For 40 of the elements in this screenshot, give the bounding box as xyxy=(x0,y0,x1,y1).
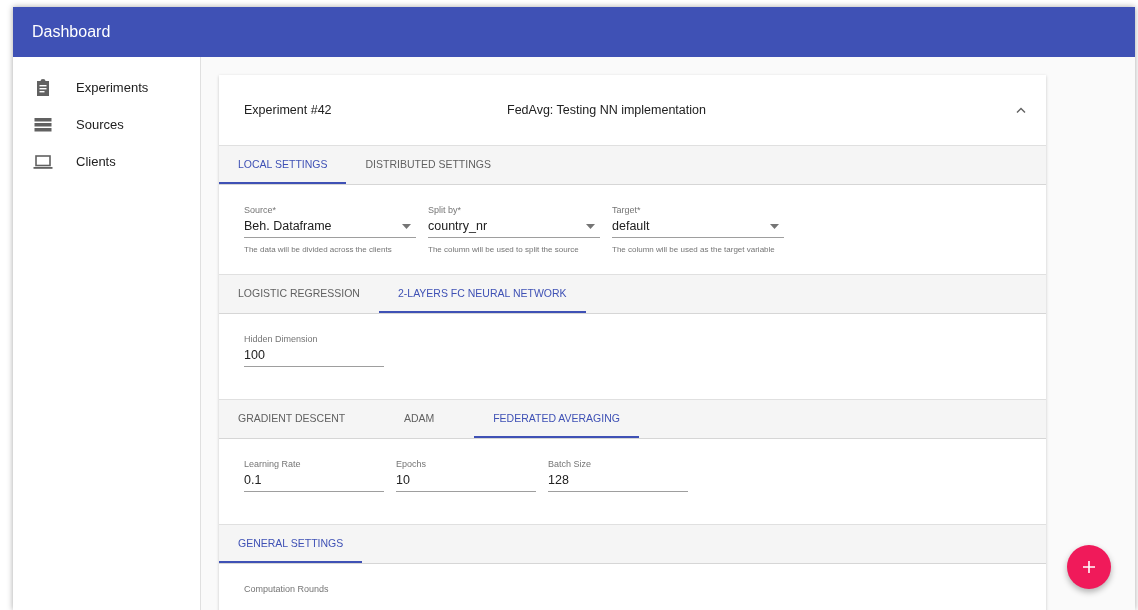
tab[interactable]: ADAM xyxy=(364,400,475,438)
input-field[interactable]: 100 xyxy=(244,344,384,367)
field-label: Split by* xyxy=(428,205,463,215)
chevron-up-icon[interactable] xyxy=(1016,107,1026,113)
field-label: Epochs xyxy=(396,459,428,469)
add-button[interactable] xyxy=(1067,545,1111,589)
tab[interactable]: FEDERATED AVERAGING xyxy=(474,400,639,438)
caret-icon xyxy=(586,223,595,229)
input-field[interactable]: 0.1 xyxy=(244,469,384,492)
caret-icon xyxy=(402,223,411,229)
helper-text: The column will be used to split the source xyxy=(428,245,580,254)
field-label: Target* xyxy=(612,205,642,215)
list-icon xyxy=(33,117,53,132)
field-label: Source* xyxy=(244,205,278,215)
helper-text: The column will be used as the target variable xyxy=(612,245,776,254)
nav-item[interactable]: Sources xyxy=(13,106,200,143)
field-label: Batch Size xyxy=(548,459,593,469)
select-field[interactable]: default xyxy=(612,215,784,238)
field-label: Learning Rate xyxy=(244,459,302,469)
tab[interactable]: 2-LAYERS FC NEURAL NETWORK xyxy=(378,275,586,313)
caret-icon xyxy=(770,223,779,229)
select-field[interactable]: Beh. Dataframe xyxy=(244,215,416,238)
experiment-title: FedAvg: Testing NN implementation xyxy=(507,103,707,117)
tab[interactable]: LOGISTIC REGRESSION xyxy=(219,275,379,313)
tab[interactable]: GRADIENT DESCENT xyxy=(219,400,365,438)
experiment-name: Experiment #42 xyxy=(244,103,333,117)
field-label: Hidden Dimension xyxy=(244,334,319,344)
field-label: Computation Rounds xyxy=(244,584,330,594)
input-field[interactable]: 128 xyxy=(548,469,688,492)
tab[interactable]: DISTRIBUTED SETTINGS xyxy=(346,146,510,184)
plus-icon xyxy=(1083,561,1095,573)
tab[interactable]: LOCAL SETTINGS xyxy=(219,146,347,184)
tab[interactable]: GENERAL SETTINGS xyxy=(219,525,363,563)
nav-item[interactable]: Experiments xyxy=(13,69,200,106)
select-field[interactable]: country_nr xyxy=(428,215,600,238)
nav-item[interactable]: Clients xyxy=(13,143,200,180)
input-field[interactable]: 10 xyxy=(396,469,536,492)
app-title: Dashboard xyxy=(32,23,111,41)
helper-text: The data will be divided across the clients xyxy=(244,245,393,254)
laptop-icon xyxy=(33,154,53,169)
